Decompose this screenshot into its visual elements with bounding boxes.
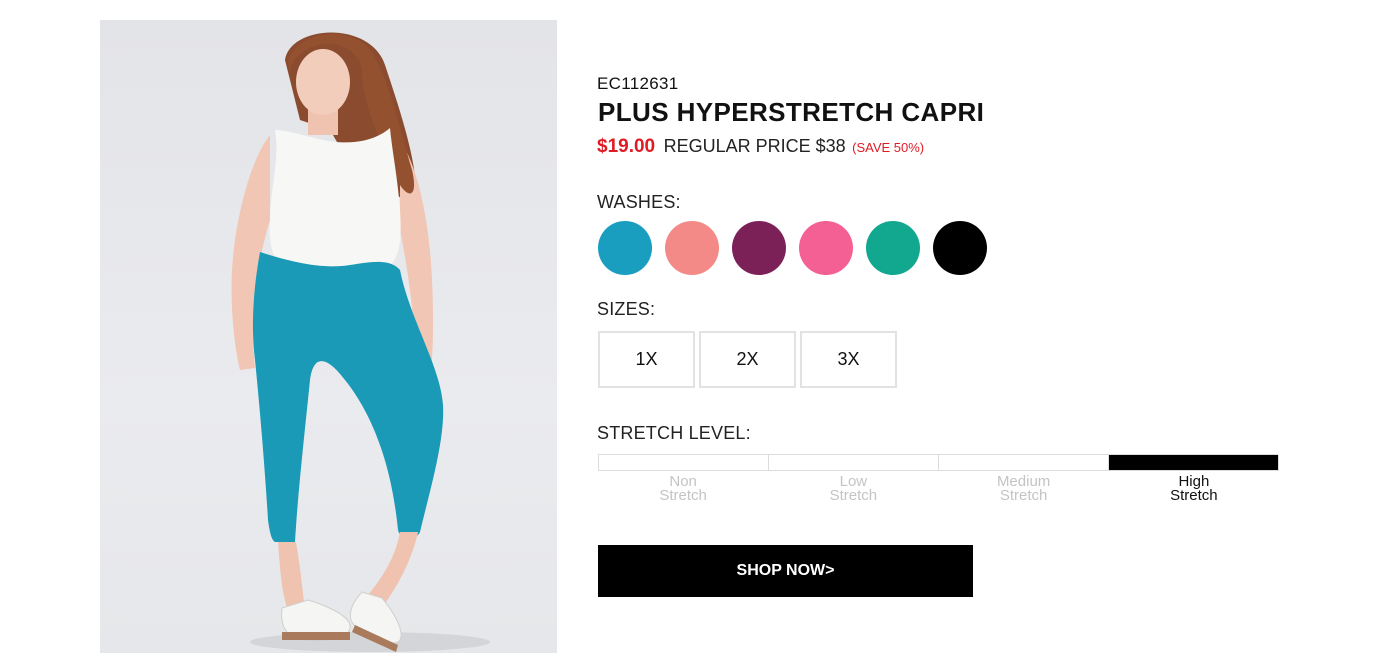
swatch-black[interactable] [933,221,987,275]
swatch-coral[interactable] [665,221,719,275]
wash-swatches [598,221,987,275]
swatch-plum[interactable] [732,221,786,275]
regular-price: REGULAR PRICE $38 [663,136,846,156]
stretch-segment-low [769,455,939,470]
stretch-label-line2: Stretch [659,487,707,504]
sizes-label: SIZES: [597,299,656,319]
product-info: EC112631 PLUS HYPERSTRETCH CAPRI $19.00 … [597,0,1297,672]
sale-price: $19.00 [597,136,656,157]
size-options: 1X 2X 3X [598,331,897,388]
size-button-1x[interactable]: 1X [598,331,695,388]
product-sku: EC112631 [597,74,679,93]
stretch-level-label: STRETCH LEVEL: [597,423,751,443]
size-button-3x[interactable]: 3X [800,331,897,388]
stretch-label-line2: Stretch [999,487,1048,504]
size-button-2x[interactable]: 2X [699,331,796,388]
stretch-segment-medium [939,455,1109,470]
stretch-label-non: Non Stretch [598,474,768,504]
save-badge: (SAVE 50%) [852,140,925,155]
stretch-label-line2: Stretch [829,487,878,504]
swatch-pink[interactable] [799,221,853,275]
stretch-level-meter: Non Stretch Low Stretch Medium Stretch H… [598,454,1279,503]
stretch-label-high: High Stretch [1109,474,1279,504]
stretch-bar [598,454,1279,471]
swatch-jade[interactable] [866,221,920,275]
stretch-label-line2: Stretch [1170,487,1218,504]
stretch-segment-high [1109,455,1278,470]
product-title: PLUS HYPERSTRETCH CAPRI [598,97,985,127]
swatch-teal-blue[interactable] [598,221,652,275]
stretch-segment-non [599,455,769,470]
price-row: $19.00 REGULAR PRICE $38 (SAVE 50%) [597,136,924,158]
washes-label: WASHES: [597,192,681,212]
product-image[interactable] [100,20,557,653]
stretch-label-low: Low Stretch [768,474,938,504]
stretch-label-medium: Medium Stretch [939,474,1109,504]
stretch-labels: Non Stretch Low Stretch Medium Stretch H… [598,474,1279,504]
shop-now-button[interactable]: SHOP NOW> [598,545,973,597]
